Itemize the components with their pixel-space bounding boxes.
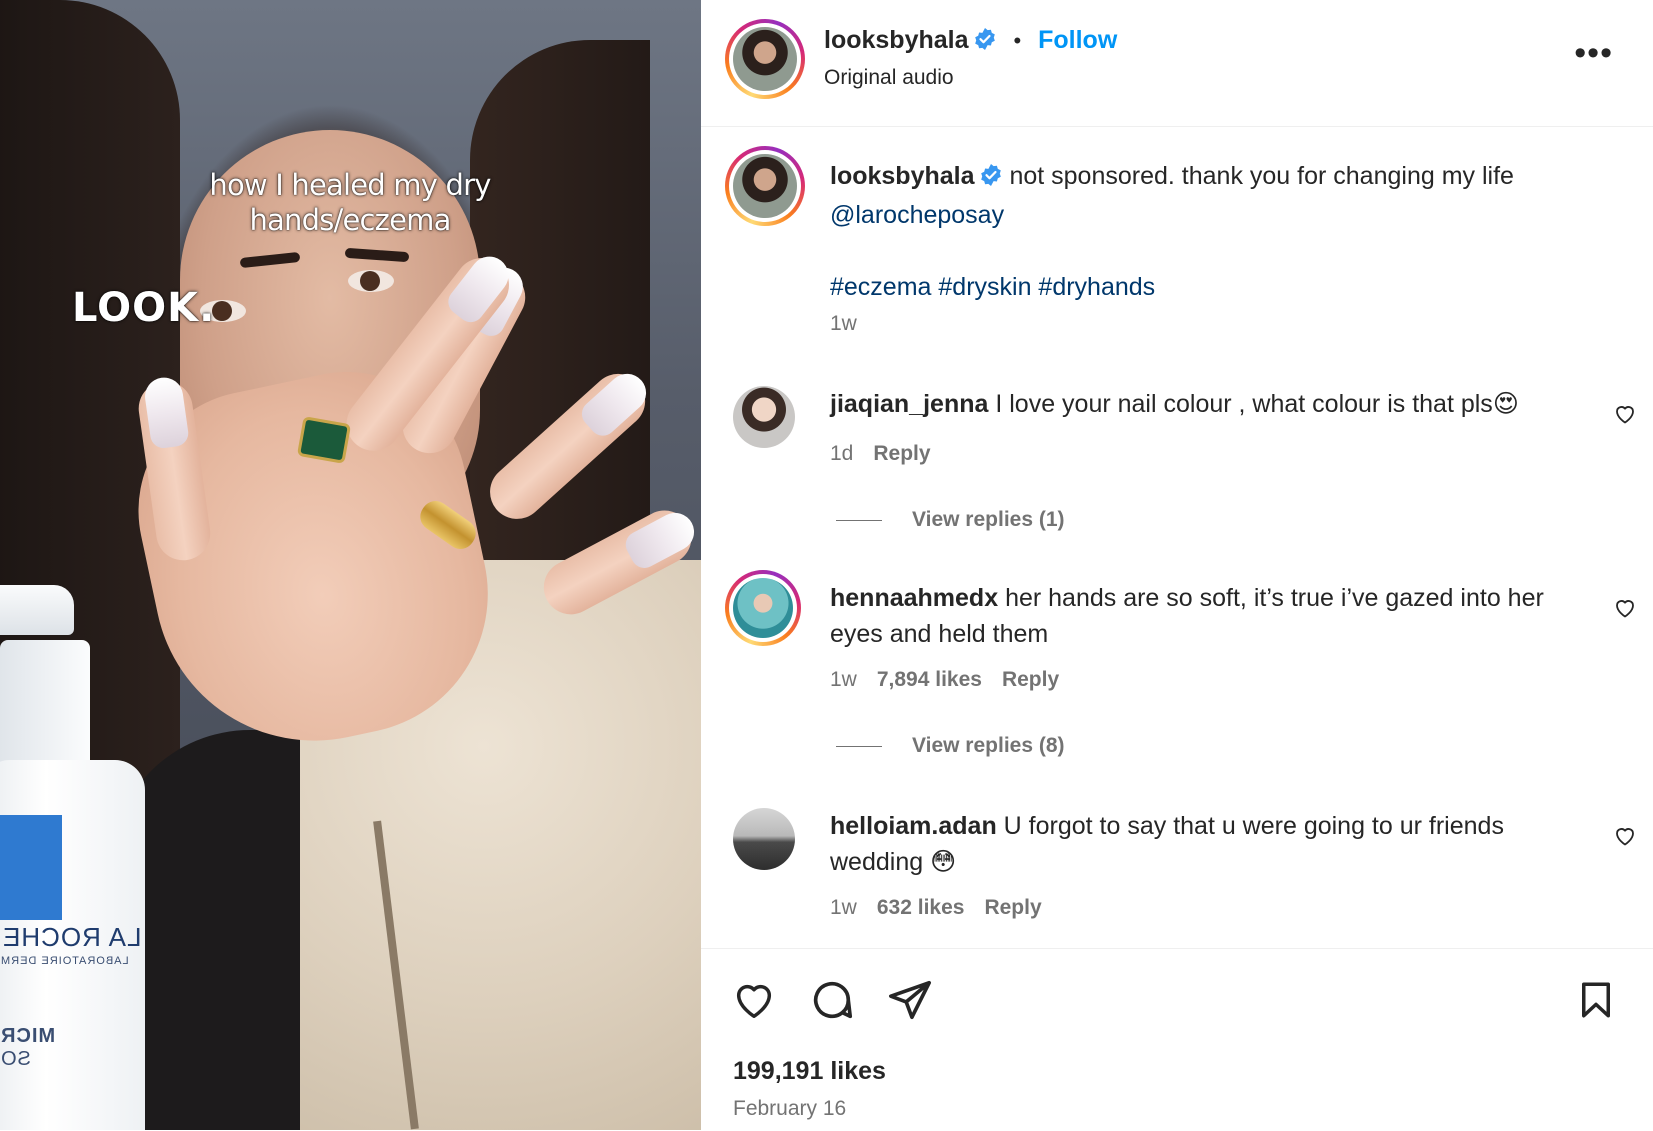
comment-meta: 1d Reply [830,442,951,466]
more-options-icon[interactable]: ••• [1574,36,1613,70]
original-audio-link[interactable]: Original audio [824,66,954,90]
caption-avatar [733,154,797,218]
comment-time: 1w [830,896,857,919]
video-overlay-look: LOOK. [72,285,216,331]
comment-bubble-icon[interactable] [809,977,855,1023]
view-replies-button[interactable]: View replies (1) [836,508,1065,532]
flushed-emoji-icon: 😳 [930,848,957,876]
comment-reply-button[interactable]: Reply [873,442,930,465]
comment-time: 1w [830,668,857,691]
post-side-panel: looksbyhala • Follow Original audio ••• … [701,0,1653,1130]
caption-verified-badge-icon [979,161,1003,197]
bottle-label-blue [0,815,62,920]
comment-body: helloiam.adan U forgot to say that u wer… [830,808,1560,880]
bottle-pump-neck [0,640,90,770]
bottle-pump-head [0,585,74,635]
comment-item: jiaqian_jenna I love your nail colour , … [701,380,1653,550]
like-heart-icon[interactable] [731,977,777,1023]
green-ring [296,416,352,464]
bottle-text-3: MICR [0,1025,56,1047]
caption-time: 1w [830,312,857,335]
caption: looksbyhala not sponsored. thank you for… [701,126,1653,356]
comment-story-ring[interactable] [725,570,801,646]
comment-like-heart-icon[interactable] [1613,402,1637,426]
comment-item: hennaahmedx her hands are so soft, it’s … [701,570,1653,772]
view-replies-button[interactable]: View replies (8) [836,734,1065,758]
bottle-brand-text: LA ROCHE [2,922,142,952]
comment-meta: 1w 7,894 likes Reply [830,668,1079,692]
share-paper-plane-icon[interactable] [887,977,933,1023]
post-header: looksbyhala • Follow Original audio ••• [701,0,1653,127]
header-username[interactable]: looksbyhala [824,26,969,54]
comment-avatar[interactable] [733,808,795,870]
post-likes-count[interactable]: 199,191 likes [733,1057,886,1086]
comment-body: jiaqian_jenna I love your nail colour , … [830,386,1560,422]
post-media[interactable]: LA ROCHE LABORATOIRE DERM MICR SO how I … [0,0,701,1130]
comment-likes[interactable]: 7,894 likes [877,668,982,691]
separator-dot: • [1013,28,1022,53]
eye-right [348,270,394,292]
comment-avatar[interactable] [733,386,795,448]
comment-likes[interactable]: 632 likes [877,896,965,919]
heart-eyes-emoji-icon: 😍 [1492,390,1519,418]
caption-mention-link[interactable]: @larocheposay [830,201,1004,229]
comment-time: 1d [830,442,854,465]
comment-username[interactable]: jiaqian_jenna [830,390,988,418]
video-overlay-title: how I healed my dry hands/eczema [209,168,491,237]
comment-reply-button[interactable]: Reply [1002,668,1059,691]
caption-hashtags[interactable]: #eczema #dryskin #dryhands [830,273,1155,301]
follow-button[interactable]: Follow [1038,26,1117,54]
post-date[interactable]: February 16 [733,1097,846,1121]
bottle-text-4: SO [0,1048,31,1070]
comment-like-heart-icon[interactable] [1613,824,1637,848]
caption-meta: 1w [830,312,877,336]
view-replies-label: View replies (1) [912,508,1065,531]
avatar [733,27,797,91]
comment-username[interactable]: helloiam.adan [830,812,997,840]
caption-text: not sponsored. thank you for changing my… [1009,162,1514,190]
comment-item: helloiam.adan U forgot to say that u wer… [701,800,1653,940]
post-actions: 199,191 likes February 16 [701,948,1653,1131]
verified-badge-icon [973,27,997,58]
comment-reply-button[interactable]: Reply [984,896,1041,919]
comment-like-heart-icon[interactable] [1613,596,1637,620]
save-bookmark-icon[interactable] [1575,977,1617,1023]
caption-story-ring[interactable] [725,146,805,226]
bottle-sub-text: LABORATOIRE DERM [0,955,129,967]
caption-username[interactable]: looksbyhala [830,162,975,190]
comment-body: hennaahmedx her hands are so soft, it’s … [830,580,1560,652]
caption-body: looksbyhala not sponsored. thank you for… [830,158,1560,305]
comment-text: I love your nail colour , what colour is… [995,390,1493,418]
view-replies-label: View replies (8) [912,734,1065,757]
comment-meta: 1w 632 likes Reply [830,896,1062,920]
header-user-line: looksbyhala • Follow [824,26,1117,58]
comment-username[interactable]: hennaahmedx [830,584,998,612]
comment-avatar [733,578,793,638]
story-ring[interactable] [725,19,805,99]
